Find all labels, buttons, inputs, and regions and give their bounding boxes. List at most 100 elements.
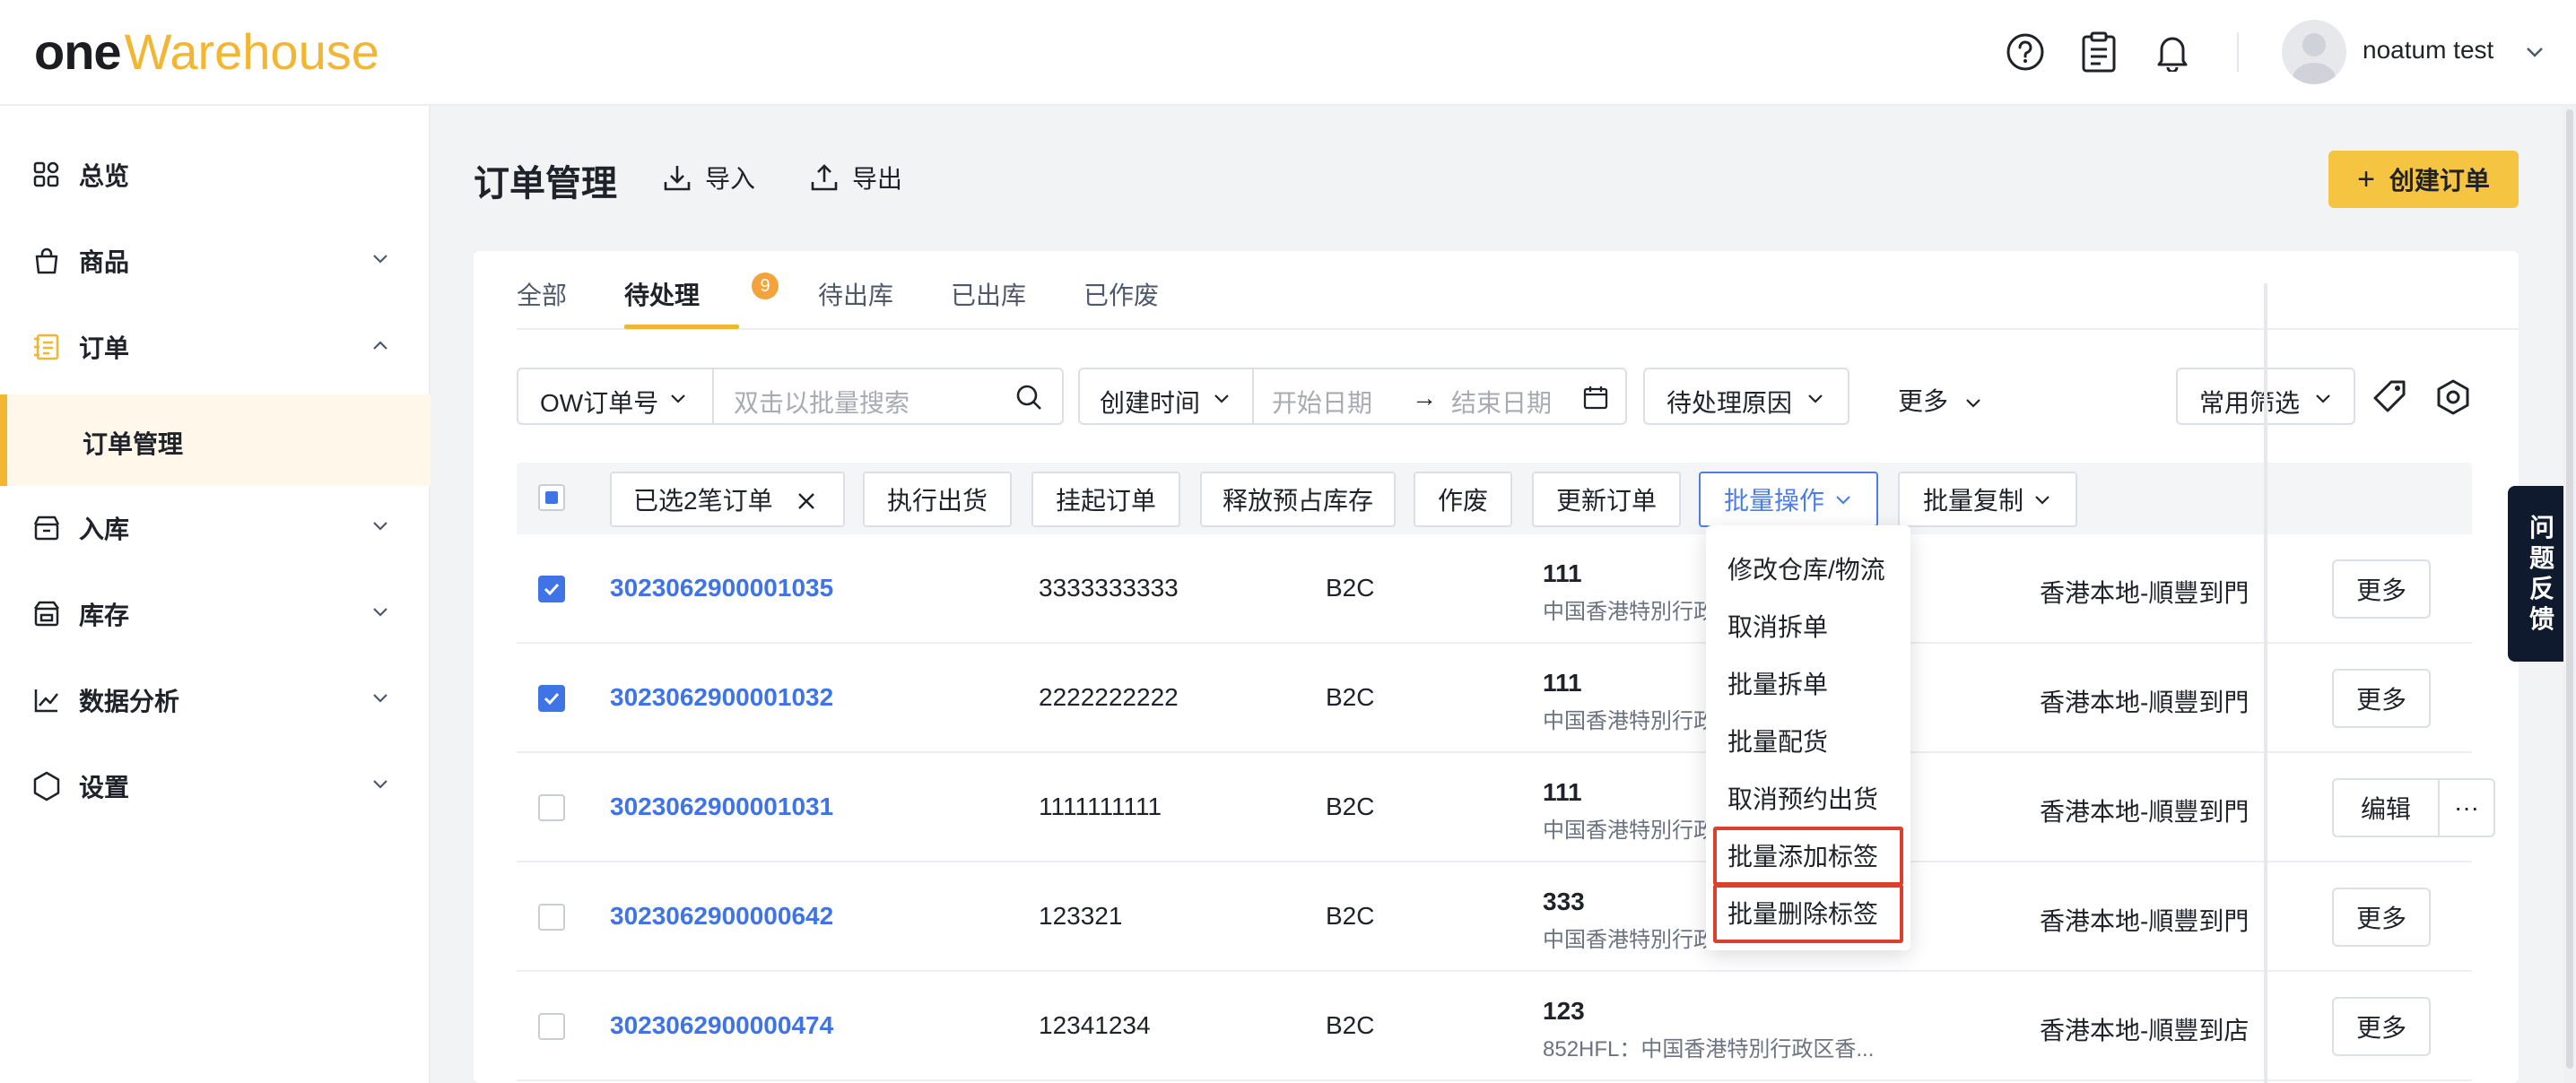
reference-number: 123321	[1039, 902, 1123, 930]
order-search: OW订单号 双击以批量搜索	[517, 368, 1064, 425]
reference-number: 1111111111	[1039, 793, 1162, 820]
reference-number: 2222222222	[1039, 683, 1179, 711]
batch-operations-button[interactable]: 批量操作	[1699, 472, 1878, 527]
row-checkbox[interactable]	[538, 685, 565, 712]
row-checkbox[interactable]	[538, 904, 565, 931]
sidebar-subitem-order-management[interactable]: 订单管理	[0, 394, 431, 486]
selected-orders-label: 已选2笔订单	[633, 487, 773, 515]
sidebar: 总览 商品 订单 订单管理 入库 库存 数据分析 设置	[0, 106, 431, 1083]
import-button[interactable]: 导入	[662, 158, 755, 197]
tab-voided[interactable]: 已作废	[1083, 276, 1159, 312]
menu-item-batch-add-tags[interactable]: 批量添加标签	[1727, 837, 1878, 873]
sidebar-item-settings[interactable]: 设置	[0, 746, 431, 827]
edit-button[interactable]: 编辑	[2332, 778, 2440, 837]
analytics-icon	[30, 684, 63, 716]
more-actions-button[interactable]: 更多	[2332, 669, 2431, 728]
order-number-link[interactable]: 3023062900000474	[610, 1011, 833, 1040]
recipient-address: 852HFL：中国香港特別行政区香...	[1543, 1037, 1875, 1061]
row-checkbox[interactable]	[538, 576, 565, 602]
bell-icon[interactable]	[2149, 29, 2196, 75]
date-field-select[interactable]: 创建时间	[1100, 384, 1200, 420]
sidebar-item-inbound[interactable]: 入库	[0, 488, 431, 568]
more-actions-button[interactable]: 更多	[2332, 997, 2431, 1056]
sidebar-item-analytics[interactable]: 数据分析	[0, 660, 431, 741]
order-number-link[interactable]: 3023062900001031	[610, 793, 833, 821]
recipient-name: 111	[1543, 559, 1582, 587]
search-field-select[interactable]: OW订单号	[540, 384, 658, 420]
sidebar-item-label: 数据分析	[79, 688, 180, 715]
tag-icon[interactable]	[2371, 378, 2409, 416]
row-checkbox[interactable]	[538, 794, 565, 821]
start-date-input[interactable]: 开始日期	[1272, 384, 1372, 420]
order-number-link[interactable]: 3023062900001035	[610, 574, 833, 602]
table-row[interactable]: 3023062900000474 12341234 B2C 123 852HFL…	[517, 972, 2472, 1081]
page-scrollbar[interactable]	[2563, 106, 2576, 1083]
sidebar-item-orders[interactable]: 订单	[0, 307, 431, 387]
table-row[interactable]: 3023062900000642 123321 B2C 333 中国香港特別行政…	[517, 862, 2472, 972]
logo-warehouse: Warehouse	[124, 23, 379, 80]
update-order-button[interactable]: 更新订单	[1532, 472, 1681, 527]
hold-order-button[interactable]: 挂起订单	[1031, 472, 1180, 527]
app-logo[interactable]: one Warehouse	[34, 20, 379, 84]
field-divider	[712, 369, 714, 423]
menu-item-batch-split[interactable]: 批量拆单	[1727, 665, 1828, 701]
sidebar-item-label: 设置	[79, 774, 130, 801]
reference-number: 12341234	[1039, 1011, 1151, 1039]
more-actions-button[interactable]: 更多	[2332, 559, 2431, 619]
batch-copy-button[interactable]: 批量复制	[1898, 472, 2077, 527]
sidebar-item-overview[interactable]: 总览	[0, 134, 431, 215]
menu-item-batch-remove-tags[interactable]: 批量删除标签	[1727, 895, 1878, 931]
help-icon[interactable]	[2002, 29, 2049, 75]
menu-item-modify-warehouse-logistics[interactable]: 修改仓库/物流	[1727, 550, 1885, 586]
close-icon[interactable]	[795, 490, 818, 513]
calendar-icon[interactable]	[1582, 384, 1609, 411]
table-row[interactable]: 3023062900001031 1111111111 B2C 111 中国香港…	[517, 753, 2495, 862]
order-number-link[interactable]: 3023062900001032	[610, 683, 833, 712]
chevron-down-icon	[2035, 496, 2049, 505]
sidebar-subitem-label: 订单管理	[83, 430, 184, 458]
tab-pending[interactable]: 待处理	[624, 276, 700, 312]
table-row[interactable]: 3023062900001032 2222222222 B2C 111 中国香港…	[517, 644, 2472, 753]
void-button[interactable]: 作废	[1414, 472, 1512, 527]
release-reserved-stock-button[interactable]: 释放预占库存	[1200, 472, 1396, 527]
menu-item-batch-allocate[interactable]: 批量配货	[1727, 723, 1828, 758]
download-icon	[664, 166, 691, 191]
chevron-down-icon	[368, 247, 393, 276]
ellipsis-icon[interactable]: ···	[2438, 778, 2495, 837]
chevron-down-icon[interactable]	[2522, 39, 2547, 69]
row-checkbox[interactable]	[538, 1013, 565, 1040]
more-actions-button[interactable]: 更多	[2332, 888, 2431, 947]
bag-icon	[30, 245, 63, 277]
sidebar-item-products[interactable]: 商品	[0, 221, 431, 301]
pending-reason-select[interactable]: 待处理原因	[1643, 368, 1849, 425]
tab-awaiting-shipment[interactable]: 待出库	[818, 276, 893, 312]
scrollbar-thumb[interactable]	[2566, 109, 2573, 1069]
tab-shipped[interactable]: 已出库	[951, 276, 1026, 312]
end-date-input[interactable]: 结束日期	[1451, 384, 1552, 420]
more-filters-button[interactable]: 更多	[1898, 382, 1984, 418]
order-type: B2C	[1326, 683, 1375, 711]
chevron-down-icon	[368, 772, 393, 801]
create-order-button[interactable]: + 创建订单	[2328, 151, 2519, 208]
select-all-checkbox[interactable]	[538, 484, 565, 511]
recipient-address: 中国香港特別行政	[1543, 600, 1715, 624]
order-number-link[interactable]: 3023062900000642	[610, 902, 833, 931]
search-input[interactable]: 双击以批量搜索	[734, 384, 909, 420]
menu-item-cancel-scheduled-shipment[interactable]: 取消预约出货	[1727, 780, 1878, 816]
search-icon[interactable]	[1014, 382, 1044, 412]
settings-icon[interactable]	[2434, 378, 2472, 416]
sidebar-item-inventory[interactable]: 库存	[0, 574, 431, 654]
page-title: 订单管理	[474, 164, 617, 204]
inventory-icon	[30, 598, 63, 630]
selected-orders-chip[interactable]: 已选2笔订单	[610, 472, 845, 527]
export-button[interactable]: 导出	[809, 158, 902, 197]
tab-all[interactable]: 全部	[517, 276, 567, 312]
avatar[interactable]	[2282, 20, 2346, 84]
clipboard-icon[interactable]	[2076, 29, 2122, 75]
table-row[interactable]: 3023062900001035 3333333333 B2C 111 中国香港…	[517, 534, 2472, 644]
execute-shipment-button[interactable]: 执行出货	[863, 472, 1012, 527]
field-divider	[1252, 369, 1254, 423]
chevron-down-icon	[368, 514, 393, 543]
user-name[interactable]: noatum test	[2363, 36, 2493, 65]
menu-item-cancel-split[interactable]: 取消拆单	[1727, 608, 1828, 644]
